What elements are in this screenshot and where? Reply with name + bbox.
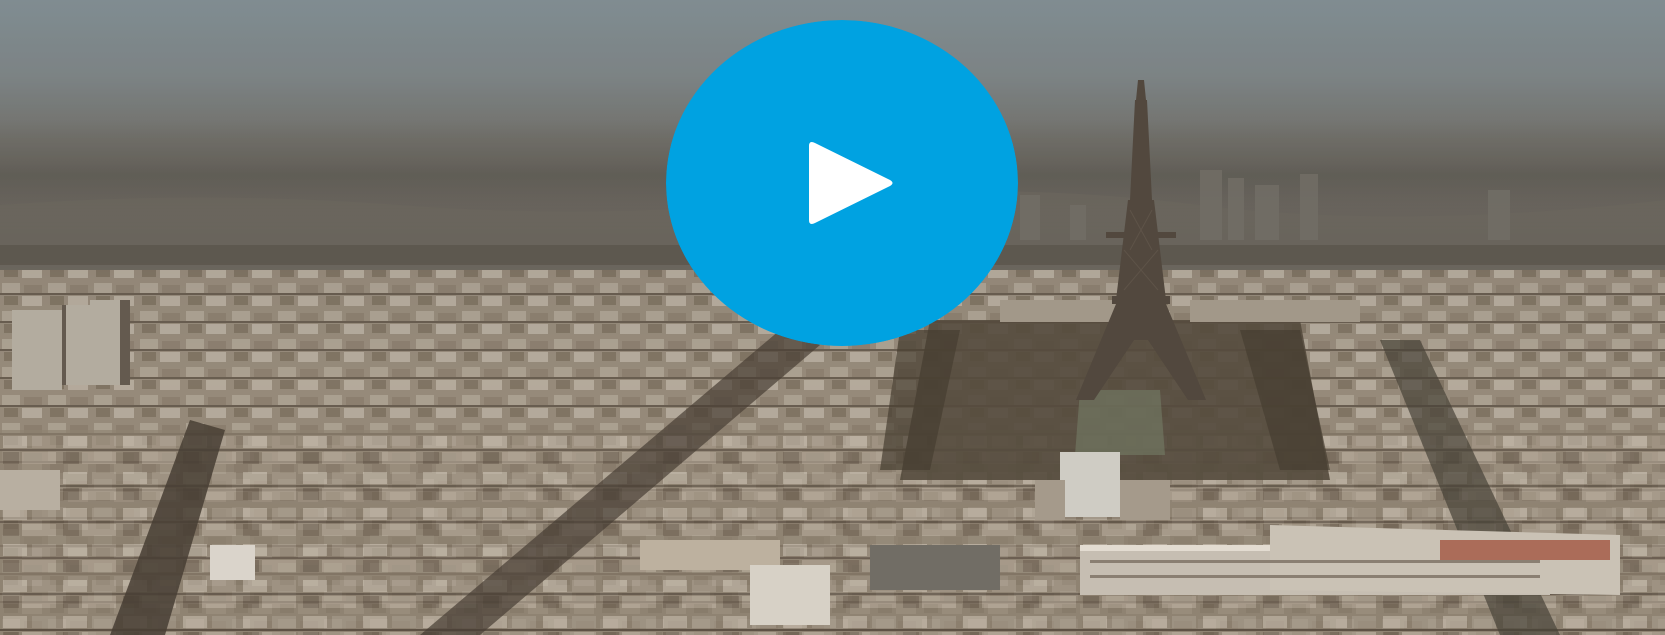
play-icon — [809, 139, 893, 224]
video-player[interactable] — [0, 0, 1665, 635]
play-button[interactable] — [666, 20, 1018, 346]
